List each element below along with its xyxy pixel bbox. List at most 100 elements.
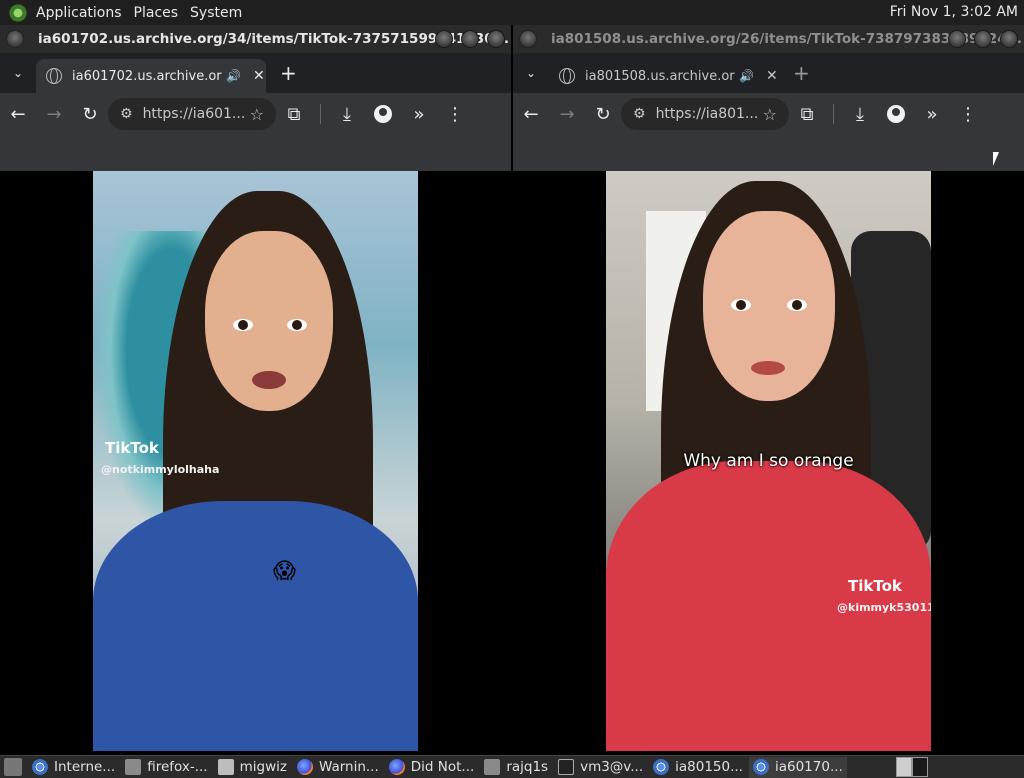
page-content: TikTok @notkimmylolhaha 😱 xyxy=(0,171,511,755)
download-icon[interactable]: ⤓ xyxy=(842,104,878,125)
browser-window-left: ia601702.us.archive.org/34/items/TikTok-… xyxy=(0,25,511,755)
emoji-sticker: 😱 xyxy=(273,559,296,584)
tab-strip: ⌄ ia801508.us.archive.org/ 🔊 ✕ + xyxy=(513,53,1024,93)
taskbar-item[interactable]: vm3@v... xyxy=(554,757,647,778)
page-top-area xyxy=(513,135,1024,171)
folder-icon xyxy=(217,759,234,775)
browser-tab[interactable]: ia801508.us.archive.org/ 🔊 ✕ xyxy=(549,59,779,93)
taskbar-item-label: ia80150... xyxy=(675,759,743,775)
taskbar-item[interactable]: Did Not... xyxy=(385,757,479,778)
extensions-icon[interactable]: ⧉ xyxy=(276,104,312,125)
window-menu-icon[interactable] xyxy=(6,30,24,48)
chrome-icon xyxy=(752,759,769,775)
video-eye xyxy=(233,319,253,331)
minimize-button[interactable] xyxy=(948,30,966,48)
site-info-icon[interactable]: ⚙ xyxy=(120,106,133,122)
mouse-cursor-icon xyxy=(993,152,999,166)
url-text: https://ia801... xyxy=(655,106,757,122)
globe-icon xyxy=(46,68,62,84)
close-window-button[interactable] xyxy=(1000,30,1018,48)
tiktok-video[interactable]: TikTok @notkimmylolhaha 😱 xyxy=(93,171,418,751)
chrome-icon xyxy=(32,759,48,775)
top-menu: Applications Places System xyxy=(0,2,250,23)
window-controls xyxy=(435,30,505,48)
more-menu-icon[interactable]: ⋮ xyxy=(437,104,473,125)
tab-search-chevron-icon[interactable]: ⌄ xyxy=(0,66,36,80)
browser-window-right: ia801508.us.archive.org/26/items/TikTok-… xyxy=(513,25,1024,755)
address-bar[interactable]: ⚙ https://ia801... ☆ xyxy=(621,98,789,130)
tab-label: ia601702.us.archive.org/3 xyxy=(72,68,222,84)
menu-applications[interactable]: Applications xyxy=(32,5,130,21)
address-bar[interactable]: ⚙ https://ia601... ☆ xyxy=(108,98,276,130)
video-mouth xyxy=(252,371,286,389)
taskbar-item[interactable]: migwiz xyxy=(214,757,291,778)
tab-label: ia801508.us.archive.org/ xyxy=(585,68,735,84)
more-menu-icon[interactable]: ⋮ xyxy=(950,104,986,125)
show-desktop-icon[interactable] xyxy=(4,758,22,776)
clock[interactable]: Fri Nov 1, 3:02 AM xyxy=(890,4,1018,20)
taskbar-item[interactable]: Interne... xyxy=(28,757,119,778)
tiktok-username: @notkimmylolhaha xyxy=(101,463,220,476)
tab-close-icon[interactable]: ✕ xyxy=(253,68,265,84)
new-tab-button[interactable]: + xyxy=(793,61,810,85)
overflow-chevron-icon[interactable]: » xyxy=(401,104,437,125)
window-controls xyxy=(948,30,1018,48)
site-info-icon[interactable]: ⚙ xyxy=(633,106,646,122)
page-content: Why am I so orange TikTok @kimmyk53011 xyxy=(513,171,1024,755)
maximize-button[interactable] xyxy=(461,30,479,48)
minimize-button[interactable] xyxy=(435,30,453,48)
taskbar-item[interactable]: rajq1s xyxy=(480,757,552,778)
back-button[interactable]: ← xyxy=(513,104,549,125)
bookmark-star-icon[interactable]: ☆ xyxy=(763,105,777,124)
tab-search-chevron-icon[interactable]: ⌄ xyxy=(513,66,549,80)
tiktok-video[interactable]: Why am I so orange TikTok @kimmyk53011 xyxy=(606,171,931,751)
taskbar-item[interactable]: Warnin... xyxy=(293,757,383,778)
forward-button[interactable]: → xyxy=(36,104,72,125)
chrome-icon xyxy=(653,759,670,775)
window-menu-icon[interactable] xyxy=(519,30,537,48)
reload-button[interactable]: ↻ xyxy=(585,104,621,125)
profile-avatar-icon[interactable] xyxy=(374,105,392,123)
window-titlebar[interactable]: ia801508.us.archive.org/26/items/TikTok-… xyxy=(513,25,1024,53)
menu-system[interactable]: System xyxy=(186,5,250,21)
firefox-icon xyxy=(296,759,313,775)
forward-button[interactable]: → xyxy=(549,104,585,125)
video-subject-face xyxy=(703,211,835,401)
workspace-2[interactable] xyxy=(912,757,928,777)
browser-tab[interactable]: ia601702.us.archive.org/3 🔊 ✕ xyxy=(36,59,266,93)
gnome-logo-icon[interactable] xyxy=(8,2,28,23)
browser-toolbar: ← → ↻ ⚙ https://ia801... ☆ ⧉ ⤓ » ⋮ xyxy=(513,93,1024,135)
globe-icon xyxy=(559,68,575,84)
video-eye xyxy=(287,319,307,331)
download-icon[interactable]: ⤓ xyxy=(329,104,365,125)
new-tab-button[interactable]: + xyxy=(280,61,297,85)
taskbar-item[interactable]: ia80150... xyxy=(649,757,747,778)
maximize-button[interactable] xyxy=(974,30,992,48)
bookmark-star-icon[interactable]: ☆ xyxy=(250,105,264,124)
overflow-chevron-icon[interactable]: » xyxy=(914,104,950,125)
toolbar-divider xyxy=(320,104,321,124)
video-eye xyxy=(731,299,751,311)
extensions-icon[interactable]: ⧉ xyxy=(789,104,825,125)
menu-places[interactable]: Places xyxy=(130,5,187,21)
taskbar-item[interactable]: firefox-... xyxy=(121,757,211,778)
tab-close-icon[interactable]: ✕ xyxy=(766,68,778,84)
terminal-icon xyxy=(558,759,575,775)
tiktok-username: @kimmyk53011 xyxy=(837,601,931,614)
window-titlebar[interactable]: ia601702.us.archive.org/34/items/TikTok-… xyxy=(0,25,511,53)
taskbar-item-label: Warnin... xyxy=(318,759,379,775)
video-caption: Why am I so orange xyxy=(683,451,854,471)
speaker-icon[interactable]: 🔊 xyxy=(739,69,754,83)
speaker-icon[interactable]: 🔊 xyxy=(226,69,241,83)
taskbar-item-label: rajq1s xyxy=(506,759,549,775)
taskbar-item-label: firefox-... xyxy=(147,759,208,775)
taskbar-item[interactable]: ia60170... xyxy=(748,756,847,778)
workspace-1[interactable] xyxy=(896,757,912,777)
video-subject-face xyxy=(205,231,333,411)
video-subject-shirt xyxy=(93,501,418,751)
taskbar-item-label: migwiz xyxy=(239,759,287,775)
reload-button[interactable]: ↻ xyxy=(72,104,108,125)
back-button[interactable]: ← xyxy=(0,104,36,125)
profile-avatar-icon[interactable] xyxy=(887,105,905,123)
close-window-button[interactable] xyxy=(487,30,505,48)
